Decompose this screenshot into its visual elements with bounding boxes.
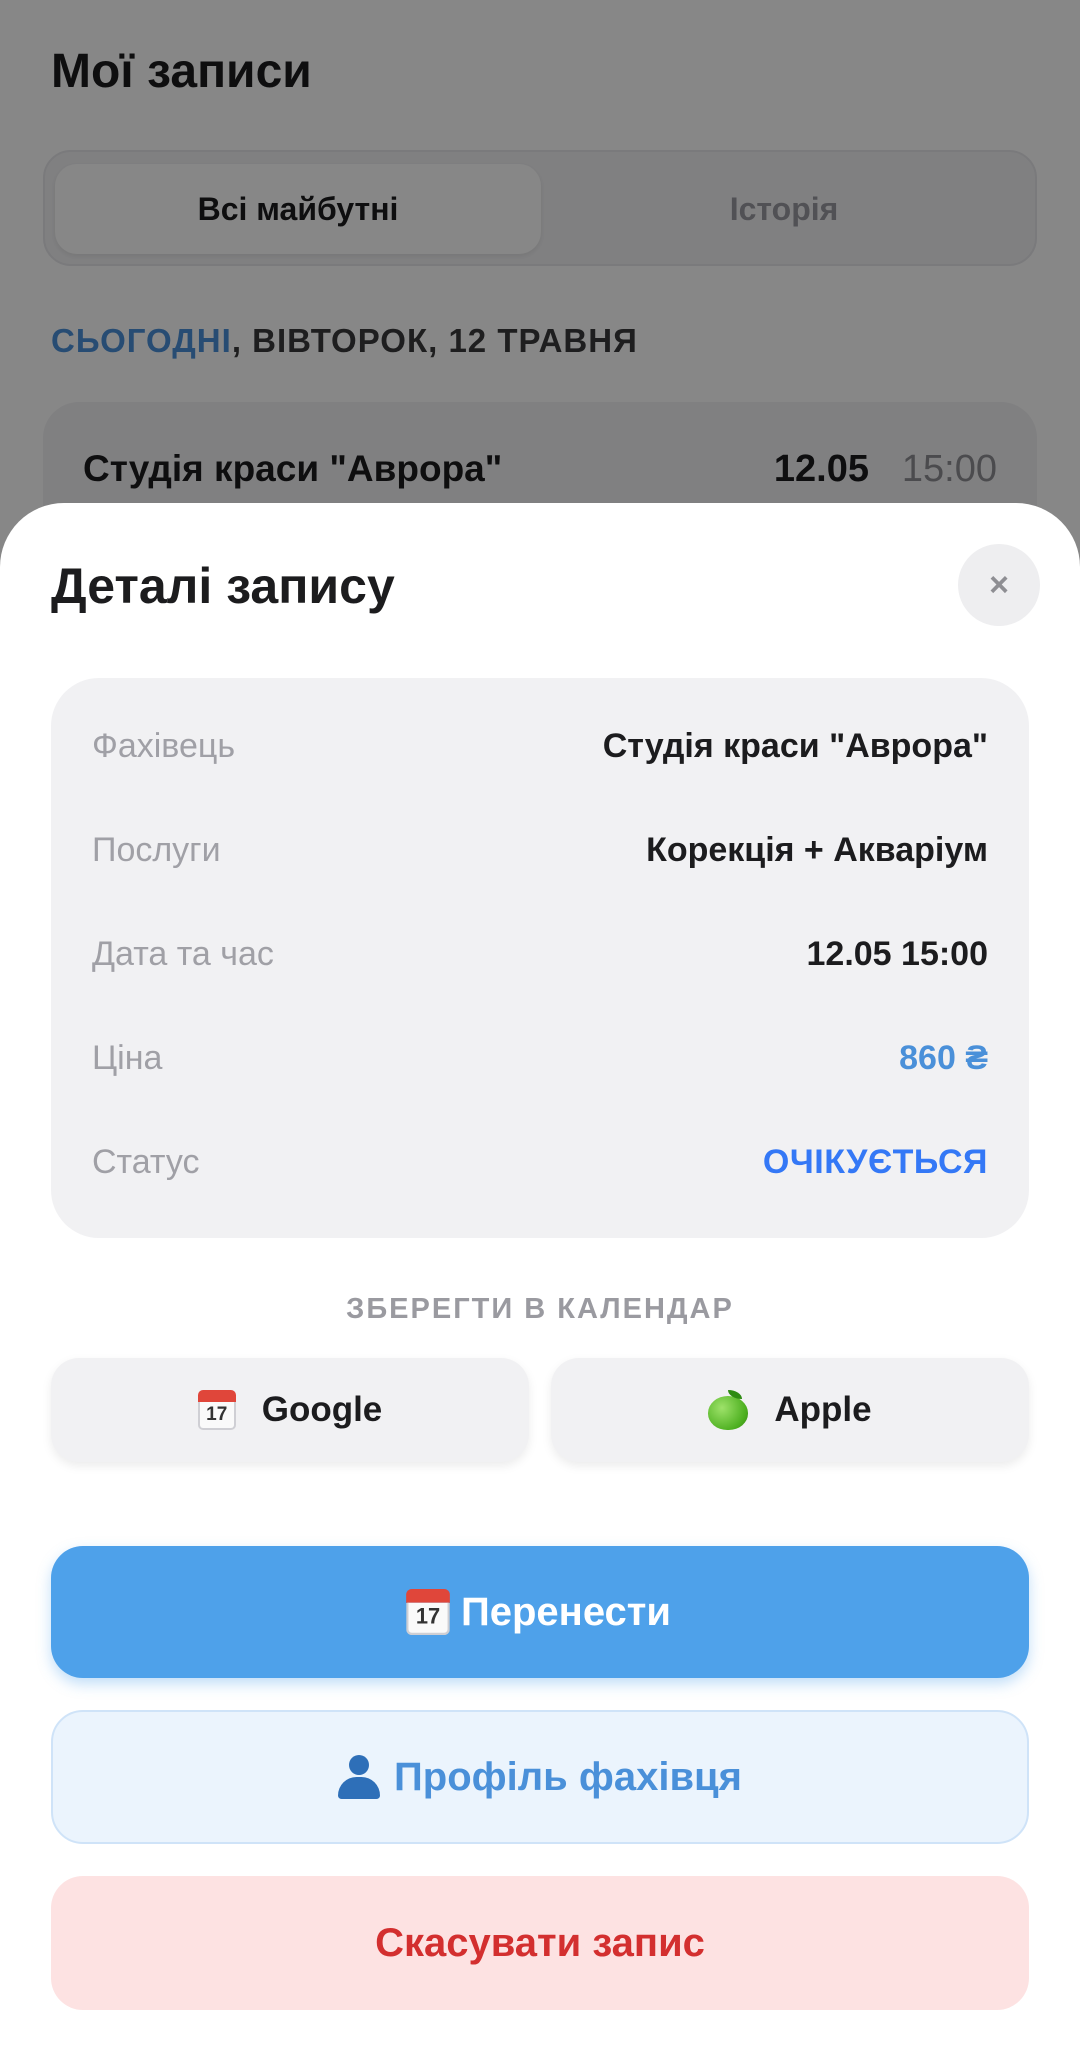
person-icon	[338, 1755, 381, 1799]
google-calendar-label: Google	[261, 1390, 383, 1429]
google-calendar-button[interactable]: 17 Google	[51, 1358, 529, 1462]
close-button[interactable]: ×	[958, 544, 1040, 626]
detail-label: Статус	[92, 1142, 200, 1181]
apple-calendar-button[interactable]: Apple	[551, 1358, 1029, 1462]
sheet-title: Деталі запису	[51, 558, 395, 614]
detail-value-specialist: Студія краси "Аврора"	[602, 726, 988, 765]
save-to-calendar-label: ЗБЕРЕГТИ В КАЛЕНДАР	[346, 1293, 734, 1325]
appointment-details-sheet: Деталі запису × Фахівець Студія краси "А…	[0, 503, 1080, 2047]
cancel-appointment-label: Скасувати запис	[375, 1920, 705, 1965]
detail-row-services: Послуги Корекція + Акваріум	[92, 820, 988, 880]
specialist-profile-label: Профіль фахівця	[394, 1754, 742, 1799]
detail-value-datetime: 12.05 15:00	[806, 934, 989, 973]
calendar-icon: 17	[406, 1589, 450, 1635]
specialist-profile-button[interactable]: Профіль фахівця	[51, 1710, 1029, 1844]
details-card: Фахівець Студія краси "Аврора" Послуги К…	[51, 678, 1029, 1238]
reschedule-label: Перенести	[461, 1589, 671, 1634]
cancel-appointment-button[interactable]: Скасувати запис	[51, 1876, 1029, 2010]
detail-row-datetime: Дата та час 12.05 15:00	[92, 924, 988, 984]
green-apple-icon	[708, 1390, 749, 1430]
detail-row-specialist: Фахівець Студія краси "Аврора"	[92, 716, 988, 776]
detail-row-status: Статус ОЧІКУЄТЬСЯ	[92, 1132, 988, 1192]
status-badge: ОЧІКУЄТЬСЯ	[762, 1142, 988, 1181]
close-icon: ×	[989, 565, 1009, 604]
apple-calendar-label: Apple	[774, 1390, 872, 1429]
detail-label: Дата та час	[92, 934, 274, 973]
reschedule-button[interactable]: 17 Перенести	[51, 1546, 1029, 1678]
detail-value-services: Корекція + Акваріум	[646, 830, 988, 869]
detail-label: Фахівець	[92, 726, 236, 765]
detail-label: Послуги	[92, 830, 221, 869]
detail-label: Ціна	[92, 1038, 163, 1077]
detail-row-price: Ціна 860 ₴	[92, 1028, 988, 1088]
detail-value-price: 860 ₴	[899, 1038, 988, 1077]
calendar-icon: 17	[197, 1390, 236, 1430]
